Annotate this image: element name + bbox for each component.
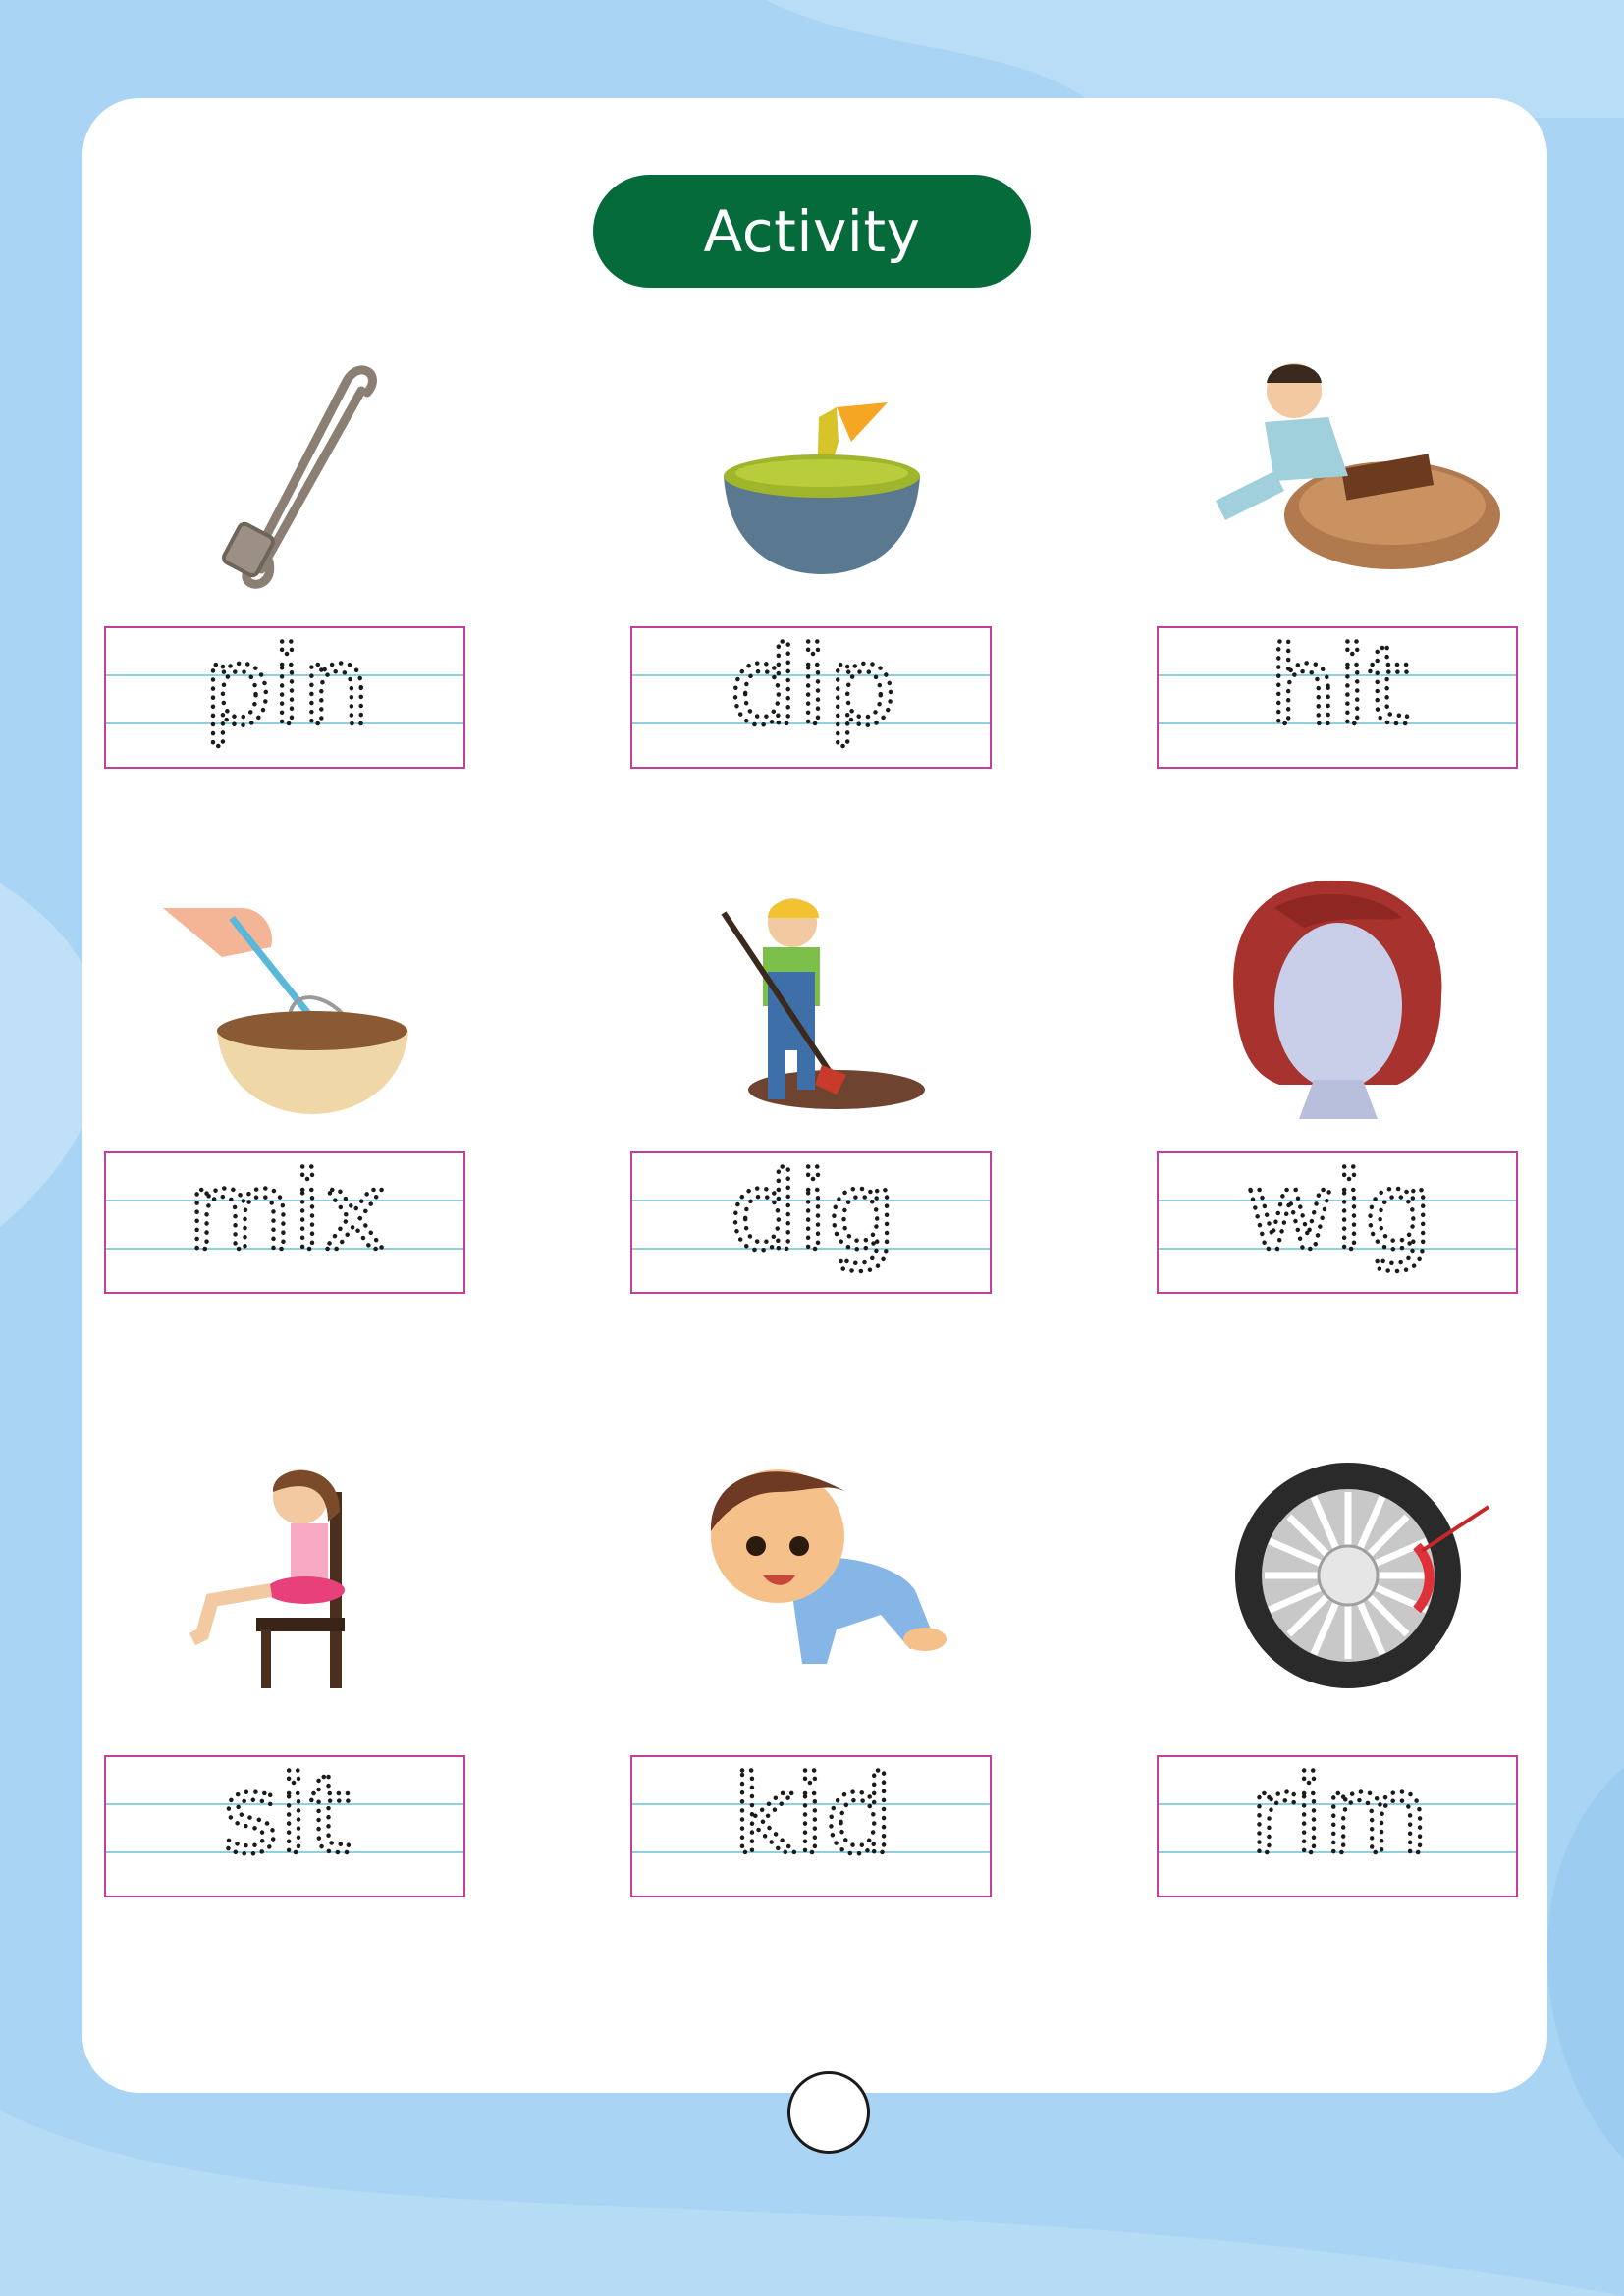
trace-box[interactable]: rim [1157,1750,1518,1897]
trace-word: mix [188,1148,387,1274]
trace-word: wig [1246,1148,1433,1274]
whisk-bowl-icon [104,879,467,1124]
trace-word: sit [222,1752,351,1878]
trace-box[interactable]: hit [1157,621,1518,769]
trace-word: kid [732,1752,893,1878]
trace-box[interactable]: kid [630,1750,992,1897]
trace-box[interactable]: mix [104,1147,465,1294]
red-wig-icon [1157,879,1520,1124]
trace-word: rim [1250,1752,1430,1878]
trace-box[interactable]: dip [630,621,992,769]
boy-hitting-pillow-icon [1157,353,1520,599]
trace-box[interactable]: sit [104,1750,465,1897]
trace-word: pin [203,623,370,749]
safety-pin-icon [104,353,467,599]
wheel-rim-icon [1157,1453,1520,1698]
bowl-dip-icon [630,353,994,599]
activity-title: Activity [593,175,1031,288]
trace-word: dip [730,623,896,749]
boy-digging-icon [630,879,994,1124]
girl-sitting-chair-icon [104,1453,467,1698]
trace-box[interactable]: dig [630,1147,992,1294]
trace-word: hit [1269,623,1409,749]
trace-word: dig [730,1148,896,1274]
crawling-kid-icon [630,1453,994,1698]
trace-box[interactable]: pin [104,621,465,769]
page-number-circle [787,2071,870,2154]
trace-box[interactable]: wig [1157,1147,1518,1294]
